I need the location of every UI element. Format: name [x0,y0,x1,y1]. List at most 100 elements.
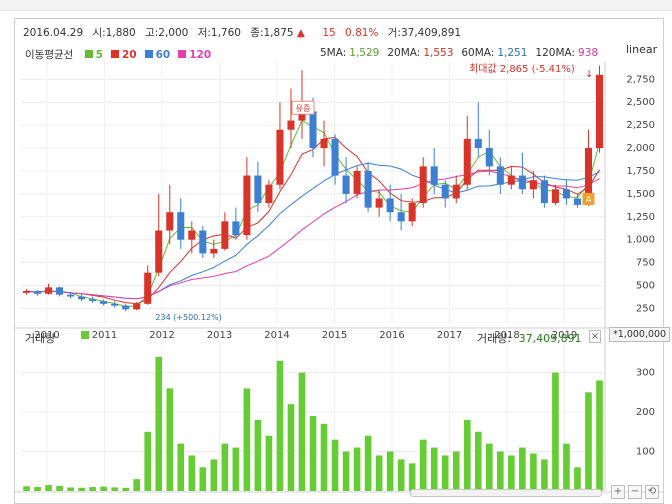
volume-bar [485,443,493,491]
volume-bar [497,451,504,491]
ma-value: 1,553 [423,47,454,59]
open-label: 시: [92,27,106,39]
ma-legend-title: 이동평균선 [25,49,74,61]
scale-toggle[interactable]: linear [626,43,657,56]
volume-bar [177,443,185,491]
candle-body [221,221,229,249]
x-tick-label: 2013 [207,330,232,341]
volume-bar [430,447,438,491]
candle-body [166,212,174,231]
y-tick-label: 1,500 [626,189,655,200]
volume-bar [122,487,129,491]
candle-body [265,184,273,204]
x-tick-label: 2014 [264,330,289,341]
volume-bar [552,372,559,491]
candle-body [573,198,581,205]
volume-bar [276,360,284,491]
ma20-line [26,136,600,305]
candle-body [243,175,251,236]
candle-body [22,291,31,293]
price-chart[interactable]: 2,750 2,500 2,250 2,000 1,750 1,500 1,250 1,000… [15,41,663,503]
candle-body [386,198,394,213]
candle-body [254,175,262,204]
volume-bar [419,439,427,491]
volume-bar [375,455,383,491]
candle-body [408,203,416,222]
low-value: 1,760 [210,27,241,39]
ma-swatch-20[interactable] [110,50,119,58]
volume-bar [111,487,118,491]
ma-value-name: 60MA: [461,47,495,59]
x-tick-label: 2017 [437,330,462,341]
reset-view-button[interactable]: ⟲ [645,485,659,499]
header-date: 2016.04.29 [23,27,84,39]
volume-panel-title: 거래량 [25,332,56,345]
ma120-line [26,170,600,300]
candle-body [155,230,163,273]
candle-body [353,170,361,194]
ma-swatch-60[interactable] [144,50,153,58]
x-tick-label: 2016 [379,330,404,341]
y-tick-label: 1,000 [626,235,655,246]
candle-body [287,120,295,130]
y-tick-label: 1,750 [626,166,655,177]
ma-value-name: 5MA: [320,47,347,59]
change-percent: 0.81% [345,27,379,39]
candle-body [364,170,372,208]
volume-bar [254,419,262,491]
zoom-out-button[interactable]: − [628,485,642,499]
volume-bar [508,455,515,491]
ma-label-120: 120 [189,49,212,61]
volume-bar [34,487,41,491]
rights-issue-tag-label: 유증 [296,104,311,113]
candle-body [562,189,570,199]
volume-close-button[interactable]: × [589,330,601,343]
volume-bar [408,463,416,491]
volume-bar [530,453,537,491]
y-tick-label: 2,000 [626,143,655,154]
change-arrow: ▲ [296,27,305,39]
candle-body [507,175,515,185]
volume-tick-label: 300 [636,368,655,379]
volume-unit-label: *1,000,000 [609,327,671,342]
x-tick-label: 2015 [322,330,347,341]
candle-body [518,175,526,190]
x-tick-label: 2012 [149,330,174,341]
zoom-in-button[interactable]: + [611,485,625,499]
volume-bar [78,487,85,491]
volume-bar [474,431,482,491]
ma-swatch-5[interactable] [84,50,93,58]
y-tick-label: 1,250 [626,212,655,223]
volume-value: 37,409,891 [518,332,582,345]
volume-bar [210,459,218,491]
y-tick-label: 250 [636,303,655,314]
candle-body [474,138,482,149]
high-label: 고: [145,27,159,39]
candle-body [342,175,350,194]
volume-bar [574,467,581,491]
ma-values: 5MA: 1,529 20MA: 1,553 60MA: 1,251 120MA: 938 [320,47,598,59]
volume-bar [353,447,361,491]
volume-bar [563,443,570,491]
y-tick-label: 2,250 [626,120,655,131]
volume-bar [585,392,592,491]
y-tick-label: 500 [636,281,655,292]
ma-swatch-120[interactable] [178,50,187,58]
volume-bar [397,459,405,491]
candle-body [89,299,97,302]
candle-body [34,291,42,294]
low-label: 저: [197,27,211,39]
candle-body [144,272,152,304]
candle-body [177,212,185,240]
candle-body [100,301,108,304]
volume-bar [320,423,328,491]
candle-body [199,230,207,254]
candle-body [529,180,537,190]
chart-scrollbar[interactable] [410,489,602,497]
ma-value: 1,529 [349,47,380,59]
candle-body [397,212,405,222]
volume-bar [100,486,107,491]
volume-bar [596,380,603,491]
volume-bar [287,404,295,491]
marker-a-label: A [586,195,592,204]
